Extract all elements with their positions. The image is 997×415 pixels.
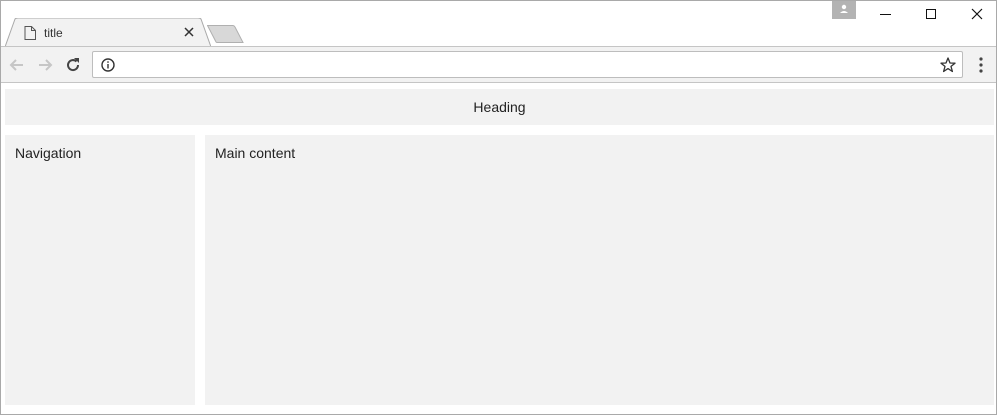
tab-strip: title xyxy=(1,1,997,47)
navigation-label: Navigation xyxy=(15,145,82,161)
minimize-icon[interactable] xyxy=(863,1,909,29)
bookmark-star-icon[interactable] xyxy=(939,56,957,74)
info-icon[interactable] xyxy=(100,57,116,73)
tab-close-icon[interactable] xyxy=(182,25,196,39)
new-tab-icon[interactable] xyxy=(207,25,245,43)
address-bar[interactable] xyxy=(92,51,963,78)
reload-icon[interactable] xyxy=(63,55,83,75)
page-icon xyxy=(24,26,36,40)
browser-tab[interactable]: title xyxy=(5,18,211,47)
page-heading: Heading xyxy=(5,89,994,125)
browser-window: title Heading Navigation Main content xyxy=(0,0,997,415)
navigation-panel: Navigation xyxy=(5,135,195,405)
back-icon[interactable] xyxy=(7,55,27,75)
forward-icon[interactable] xyxy=(35,55,55,75)
person-icon xyxy=(840,4,848,13)
main-content-label: Main content xyxy=(215,145,296,161)
maximize-icon[interactable] xyxy=(908,1,954,29)
profile-button[interactable] xyxy=(832,1,856,19)
menu-dots-icon[interactable] xyxy=(973,55,989,75)
main-content-panel: Main content xyxy=(205,135,994,405)
page-viewport: Heading Navigation Main content xyxy=(1,84,996,414)
window-close-icon[interactable] xyxy=(953,1,997,29)
tab-title: title xyxy=(44,26,63,40)
browser-toolbar xyxy=(1,46,996,83)
url-input[interactable] xyxy=(123,55,923,74)
